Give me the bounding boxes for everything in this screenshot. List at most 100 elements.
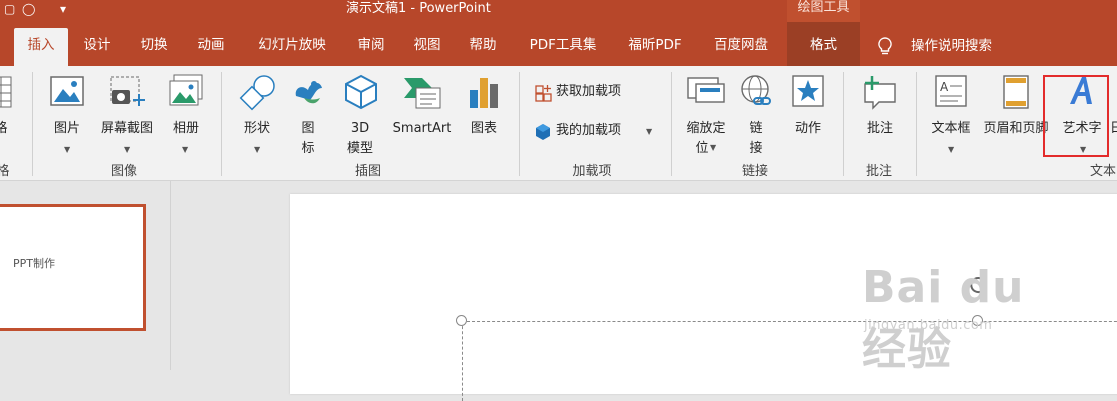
3d-models-label-line1: 3D (350, 121, 370, 136)
comment-button[interactable]: 批注 (856, 72, 904, 158)
zoom-label-line1: 缩放定 (686, 121, 726, 136)
group-label-tables-partial: 格 (0, 164, 10, 179)
group-label-comments: 批注 (865, 164, 892, 179)
photo-album-label: 相册 (172, 121, 199, 136)
zoom-label-line2: 位 (695, 141, 709, 156)
date-time-button-partial[interactable]: 日 (1110, 72, 1117, 158)
group-separator (519, 72, 520, 176)
tab-pdf-tools[interactable]: PDF工具集 (518, 28, 608, 66)
save-icon[interactable]: ▢ (4, 2, 15, 16)
tab-help[interactable]: 帮助 (462, 28, 504, 66)
screenshot-label: 屏幕截图 (100, 121, 153, 136)
slide-thumbnail-1[interactable]: PPT制作 (0, 204, 146, 331)
icons-button[interactable]: 图 标 (288, 72, 328, 158)
group-separator (843, 72, 844, 176)
pictures-label: 图片 (53, 121, 80, 136)
icons-label-line2: 标 (301, 141, 315, 156)
shapes-button[interactable]: 形状 ▼ (232, 72, 282, 158)
smartart-icon (404, 78, 441, 109)
start-from-beginning-icon[interactable]: ◯ (22, 2, 35, 16)
ribbon-insert: 格 格 图片 ▼ 屏幕截图 ▼ 相册 ▼ 图像 形状 ▼ 图 标 3D 模型 S… (0, 66, 1117, 181)
get-addins-button[interactable]: 获取加载项 (534, 81, 644, 103)
watermark-url: jingyan.baidu.com (864, 318, 993, 333)
3d-models-button[interactable]: 3D 模型 (336, 72, 384, 158)
get-addins-label: 获取加载项 (556, 84, 622, 99)
3d-models-label-line2: 模型 (346, 141, 373, 156)
my-addins-dropdown-icon: ▼ (646, 127, 653, 136)
title-bar: ▢ ◯ ▾ 演示文稿1 - PowerPoint 绘图工具 (0, 0, 1117, 22)
group-separator (671, 72, 672, 176)
group-label-images: 图像 (110, 164, 137, 179)
date-time-label-partial: 日 (1110, 121, 1117, 136)
tell-me-label: 操作说明搜索 (911, 38, 992, 54)
screenshot-button[interactable]: 屏幕截图 ▼ (94, 72, 160, 158)
screenshot-dropdown-icon: ▼ (124, 145, 131, 154)
tab-design[interactable]: 设计 (76, 28, 118, 66)
baidu-jingyan-watermark: Bai du 经验 jingyan.baidu.com (862, 262, 1062, 375)
group-label-links: 链接 (741, 164, 768, 179)
table-button-partial[interactable]: 格 (0, 72, 14, 152)
chart-button[interactable]: 图表 (462, 72, 506, 158)
group-separator (32, 72, 33, 176)
tab-animations[interactable]: 动画 (190, 28, 232, 66)
textbox-label: 文本框 (931, 121, 971, 136)
lightbulb-icon (878, 37, 892, 55)
textbox-button[interactable]: A 文本框 ▼ (926, 72, 976, 158)
wordart-highlight-box (1043, 75, 1109, 157)
picture-icon (50, 76, 84, 106)
resize-handle-top-left[interactable] (456, 315, 467, 326)
table-label-partial: 格 (0, 121, 8, 136)
pictures-dropdown-icon: ▼ (64, 145, 71, 154)
chart-icon (470, 78, 498, 108)
slide-thumbnail-pane[interactable]: PPT制作 (0, 181, 171, 370)
textbox-icon: A (935, 75, 967, 107)
drawing-tools-context-label: 绘图工具 (787, 0, 860, 22)
tab-format[interactable]: 格式 (787, 22, 860, 66)
smartart-label: SmartArt (392, 121, 452, 136)
customize-qa-dropdown[interactable]: ▾ (60, 2, 66, 16)
tab-foxit-pdf[interactable]: 福昕PDF (618, 28, 692, 66)
tab-insert[interactable]: 插入 (14, 28, 68, 66)
tab-view[interactable]: 视图 (406, 28, 448, 66)
my-addins-icon (536, 124, 550, 140)
my-addins-button[interactable]: 我的加载项 ▼ (534, 120, 658, 142)
group-separator (916, 72, 917, 176)
quick-access-toolbar: ▢ ◯ ▾ (4, 2, 74, 20)
svg-text:A: A (940, 80, 949, 94)
link-globe-icon (741, 75, 771, 105)
chart-label: 图表 (470, 121, 497, 136)
shapes-dropdown-icon: ▼ (254, 145, 261, 154)
link-button[interactable]: 链 接 (736, 72, 776, 158)
new-comment-icon (864, 76, 896, 110)
link-label-line2: 接 (749, 141, 763, 156)
document-title: 演示文稿1 - PowerPoint (346, 1, 491, 16)
photo-album-button[interactable]: 相册 ▼ (164, 72, 208, 158)
zoom-button[interactable]: 缩放定 位 ▼ (678, 72, 734, 158)
textbox-dropdown-icon: ▼ (948, 145, 955, 154)
tab-baidu-netdisk[interactable]: 百度网盘 (702, 28, 780, 66)
my-addins-label: 我的加载项 (556, 123, 622, 138)
shapes-label: 形状 (243, 121, 270, 136)
comment-label: 批注 (866, 121, 893, 136)
tab-slideshow[interactable]: 幻灯片放映 (248, 28, 336, 66)
action-star-icon (792, 75, 824, 107)
3d-model-icon (345, 74, 377, 110)
link-label-line1: 链 (749, 121, 763, 136)
group-label-text: 文本 (1090, 164, 1117, 179)
textbox-selection-left-border (462, 321, 463, 401)
tab-review[interactable]: 审阅 (350, 28, 392, 66)
group-label-addins: 加载项 (572, 164, 612, 179)
pictures-button[interactable]: 图片 ▼ (44, 72, 90, 158)
smartart-button[interactable]: SmartArt (388, 72, 456, 158)
screenshot-icon (110, 76, 145, 106)
group-label-illustrations: 插图 (354, 164, 381, 179)
tab-transitions[interactable]: 切换 (133, 28, 175, 66)
ribbon-tab-bar: 插入 设计 切换 动画 幻灯片放映 审阅 视图 帮助 PDF工具集 福昕PDF … (0, 22, 1117, 66)
icons-icon (295, 81, 322, 104)
slide-thumbnail-text: PPT制作 (13, 257, 55, 270)
store-plus-icon (535, 85, 552, 102)
header-footer-icon (1003, 75, 1029, 109)
action-label: 动作 (794, 121, 821, 136)
action-button[interactable]: 动作 (786, 72, 830, 158)
icons-label-line1: 图 (301, 121, 315, 136)
